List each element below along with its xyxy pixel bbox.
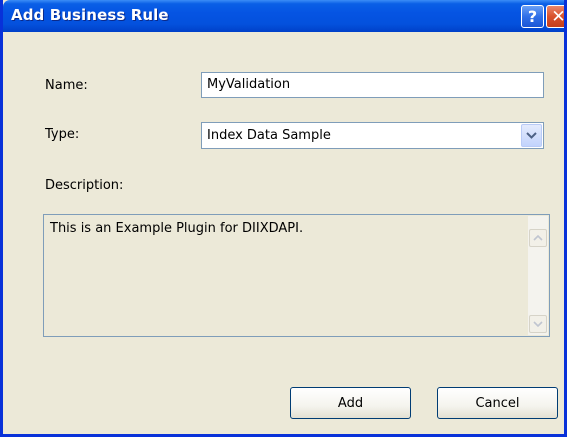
type-dropdown[interactable]: Index Data Sample (201, 122, 544, 149)
description-label: Description: (45, 178, 124, 193)
dropdown-arrow-button[interactable] (521, 124, 542, 147)
description-scrollbar[interactable] (528, 216, 548, 335)
description-textarea[interactable]: This is an Example Plugin for DIIXDAPI. (43, 214, 550, 337)
scroll-down-icon (533, 321, 543, 328)
type-selected-value: Index Data Sample (207, 128, 331, 143)
scroll-up-icon (533, 234, 543, 241)
add-business-rule-dialog: Add Business Rule ? ✕ Name: MyValidation… (0, 0, 567, 437)
chevron-down-icon (526, 132, 537, 139)
type-label: Type: (45, 127, 80, 142)
scroll-up-button[interactable] (529, 229, 547, 247)
help-icon: ? (527, 7, 538, 26)
description-text: This is an Example Plugin for DIIXDAPI. (50, 221, 304, 236)
name-field[interactable]: MyValidation (201, 72, 544, 98)
name-label: Name: (45, 78, 88, 93)
close-button[interactable]: ✕ (546, 5, 566, 28)
cancel-button[interactable]: Cancel (437, 387, 558, 419)
close-icon: ✕ (551, 6, 566, 27)
title-bar[interactable]: Add Business Rule ? ✕ (3, 0, 566, 32)
help-button[interactable]: ? (521, 5, 544, 28)
add-button[interactable]: Add (290, 387, 411, 419)
scroll-down-button[interactable] (529, 315, 547, 333)
dialog-title: Add Business Rule (11, 6, 169, 24)
